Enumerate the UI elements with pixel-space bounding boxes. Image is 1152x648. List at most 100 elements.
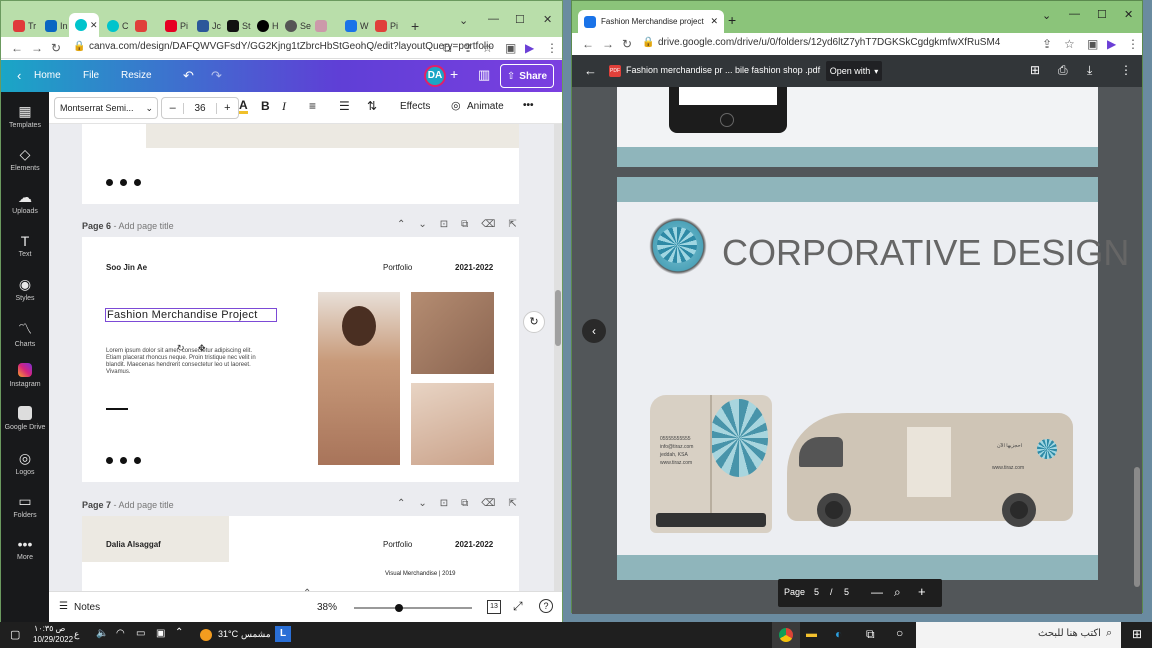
tab-1[interactable]: Tr — [7, 15, 36, 37]
tab-9[interactable]: Se — [279, 15, 311, 37]
tab-3[interactable]: C — [101, 15, 129, 37]
undo-icon[interactable]: ↶ — [183, 68, 194, 84]
sidebar-item-google-drive[interactable]: Google Drive — [1, 406, 49, 431]
tab-5[interactable]: Pi — [159, 15, 188, 37]
prev-page-button[interactable]: ‹ — [582, 319, 606, 343]
back-icon[interactable]: ← — [582, 37, 594, 51]
model-photo[interactable] — [318, 292, 400, 465]
font-select[interactable]: Montserrat Semi... ⌄ — [54, 97, 158, 119]
back-arrow-icon[interactable]: ← — [584, 63, 597, 78]
volume-icon[interactable]: 🔈 — [96, 628, 108, 639]
page-current[interactable]: 5 — [814, 587, 819, 597]
weather-label[interactable]: مشمس — [241, 629, 271, 640]
zoom-slider[interactable] — [354, 604, 472, 612]
selected-title-box[interactable]: Fashion Merchandise Project — [105, 308, 277, 322]
align-icon[interactable]: ≡ — [309, 99, 316, 113]
pdf-scrollbar[interactable] — [1134, 467, 1140, 587]
page7-add-title[interactable]: - Add page title — [114, 500, 174, 510]
bold-icon[interactable]: B — [261, 99, 270, 113]
tab-12[interactable]: Pi — [369, 15, 398, 37]
tab-drive-active[interactable]: Fashion Merchandise project - G ✕ — [578, 10, 724, 33]
maximize-button[interactable]: ☐ — [1097, 8, 1107, 21]
install-icon[interactable]: ⧉ — [443, 41, 452, 56]
comment-icon[interactable]: ⊞ — [1030, 63, 1040, 77]
task-view-icon[interactable]: ⧉ — [866, 627, 875, 642]
more-vert-icon[interactable]: ⋮ — [1120, 63, 1132, 77]
file-button[interactable]: File — [83, 70, 99, 81]
file-explorer-icon[interactable]: ▬ — [806, 628, 817, 640]
new-tab-button[interactable]: + — [728, 12, 736, 28]
spacing-icon[interactable]: ⇅ — [367, 99, 377, 113]
minimize-button[interactable]: — — [488, 13, 499, 25]
tab-canva-active[interactable]: ✕ — [69, 13, 99, 37]
clock-date[interactable]: 10/29/2022 — [33, 635, 73, 644]
app-icon-l[interactable]: L — [275, 626, 291, 642]
home-button[interactable]: Home — [34, 70, 61, 81]
menu-icon[interactable]: ⋮ — [1127, 37, 1139, 51]
share-page-icon[interactable]: ⇪ — [463, 41, 473, 55]
sidebar-item-instagram[interactable]: Instagram — [1, 363, 49, 388]
tab-search-icon[interactable]: ⌄ — [1042, 9, 1051, 22]
address-url[interactable]: drive.google.com/drive/u/0/folders/12yd6… — [658, 37, 1000, 48]
language-indicator[interactable]: ع — [74, 629, 79, 640]
page-count-button[interactable]: 13 — [487, 600, 501, 614]
refresh-icon[interactable]: ↻ — [523, 311, 545, 333]
menu-icon[interactable]: ⋮ — [546, 41, 558, 55]
tab-10[interactable] — [309, 15, 327, 37]
wifi-icon[interactable]: ◠ — [116, 628, 125, 639]
list-icon[interactable]: ☰ — [339, 99, 350, 113]
zoom-icon[interactable]: ⌕ — [894, 585, 901, 600]
page-6[interactable]: Soo Jin Ae Portfolio 2021-2022 Fashion M… — [82, 237, 519, 482]
add-collaborator-icon[interactable]: + — [450, 66, 458, 82]
more-options-button[interactable]: ••• — [523, 100, 534, 111]
tab-4[interactable] — [129, 15, 147, 37]
reload-icon[interactable]: ↻ — [51, 41, 61, 55]
notes-icon[interactable]: ☰ — [59, 601, 68, 612]
print-icon[interactable]: ⎙ — [1058, 63, 1068, 78]
bookmark-star-icon[interactable]: ☆ — [482, 41, 493, 55]
share-button[interactable]: ⇧ Share — [500, 64, 554, 88]
zoom-out-icon[interactable]: — — [871, 585, 883, 599]
sidebar-item-text[interactable]: T Text — [1, 233, 49, 258]
notes-button[interactable]: Notes — [74, 602, 100, 613]
windows-start-icon[interactable]: ⊞ — [1132, 627, 1142, 641]
temperature[interactable]: 31°C — [218, 629, 238, 639]
chevron-up-icon[interactable]: ⌃ — [303, 588, 311, 599]
sidebar-item-folders[interactable]: ▭ Folders — [1, 493, 49, 519]
close-window-button[interactable]: ✕ — [1124, 8, 1133, 21]
tab-search-icon[interactable]: ⌄ — [459, 14, 468, 27]
decrease-size-button[interactable]: – — [162, 102, 183, 114]
font-size-input[interactable]: 36 — [183, 102, 217, 114]
increase-size-button[interactable]: + — [217, 102, 238, 114]
necklace-photo[interactable] — [411, 383, 494, 465]
effects-button[interactable]: Effects — [400, 101, 430, 112]
edge-icon[interactable]: ◐ — [835, 627, 842, 641]
tab-7[interactable]: St — [221, 15, 251, 37]
sidebar-item-styles[interactable]: ◉ Styles — [1, 276, 49, 302]
hands-ring-photo[interactable] — [411, 292, 494, 374]
back-icon[interactable]: ← — [11, 41, 23, 55]
sidebar-item-uploads[interactable]: ☁ Uploads — [1, 189, 49, 215]
page6-controls[interactable]: ⌃⌄⊡⧉⌫⇱ — [397, 219, 530, 230]
page6-add-title[interactable]: - Add page title — [114, 221, 174, 231]
tab-11[interactable]: W — [339, 15, 369, 37]
reload-icon[interactable]: ↻ — [622, 37, 632, 51]
download-icon[interactable]: ⤓ — [1087, 63, 1092, 78]
cortana-icon[interactable]: ○ — [896, 626, 903, 640]
sidebar-item-elements[interactable]: ◇ Elements — [1, 146, 49, 172]
sidebar-item-charts[interactable]: 〽 Charts — [1, 319, 49, 348]
clock-time[interactable]: ص ١٠:٣٥ — [34, 624, 65, 633]
close-icon[interactable]: ✕ — [710, 16, 718, 27]
tab-8[interactable]: H — [251, 15, 279, 37]
sidebar-item-more[interactable]: ••• More — [1, 536, 49, 561]
resize-button[interactable]: Resize — [121, 70, 152, 81]
avatar[interactable]: DA — [424, 65, 446, 87]
extension-icon[interactable]: ▶ — [525, 41, 534, 55]
sidebar-icon[interactable]: ▣ — [505, 41, 516, 55]
close-window-button[interactable]: ✕ — [543, 13, 552, 26]
share-page-icon[interactable]: ⇪ — [1042, 37, 1052, 51]
zoom-in-icon[interactable]: + — [918, 584, 926, 599]
bookmark-star-icon[interactable]: ☆ — [1064, 37, 1075, 51]
canvas-scrollbar[interactable] — [554, 124, 562, 591]
text-color-icon[interactable]: A — [239, 99, 248, 114]
